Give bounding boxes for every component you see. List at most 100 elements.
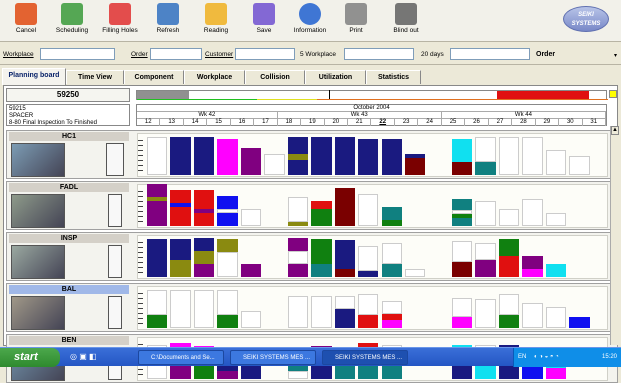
work-order-number[interactable]: 59250 <box>6 88 130 102</box>
schedule-block[interactable] <box>522 256 543 269</box>
schedule-block[interactable] <box>475 260 496 277</box>
schedule-block[interactable] <box>381 314 402 320</box>
schedule-block[interactable] <box>522 137 543 175</box>
print-button[interactable]: Print <box>334 2 378 40</box>
task-mes-1[interactable]: SEIKI SYSTEMS MES ... <box>230 350 316 365</box>
schedule-block[interactable] <box>475 201 496 226</box>
reading-button[interactable]: Reading <box>194 2 238 40</box>
schedule-block[interactable] <box>264 154 285 175</box>
schedule-block[interactable] <box>147 315 168 328</box>
schedule-block[interactable] <box>451 364 473 379</box>
schedule-block[interactable] <box>193 238 215 251</box>
schedule-block[interactable] <box>522 199 543 226</box>
schedule-block[interactable] <box>311 201 332 209</box>
schedule-block[interactable] <box>311 239 332 264</box>
schedule-block[interactable] <box>217 371 238 379</box>
order-filter-label[interactable]: Order <box>131 51 148 58</box>
schedule-block[interactable] <box>287 264 309 277</box>
schedule-block[interactable] <box>334 296 356 309</box>
schedule-block[interactable] <box>170 203 191 207</box>
schedule-block[interactable] <box>404 269 426 277</box>
tab-time-view[interactable]: Time View <box>66 70 124 84</box>
scheduling-button[interactable]: Scheduling <box>50 2 94 40</box>
schedule-block[interactable] <box>381 320 402 328</box>
schedule-block[interactable] <box>170 239 191 260</box>
schedule-block[interactable] <box>287 137 309 154</box>
schedule-block[interactable] <box>311 137 332 175</box>
schedule-block[interactable] <box>358 139 379 175</box>
schedule-block[interactable] <box>287 197 309 222</box>
schedule-block[interactable] <box>193 251 215 264</box>
schedule-block[interactable] <box>475 137 496 162</box>
workcenter-name[interactable]: HC1 <box>9 132 129 141</box>
schedule-block[interactable] <box>240 264 262 277</box>
schedule-block[interactable] <box>381 243 402 264</box>
schedule-block[interactable] <box>569 317 590 328</box>
schedule-block[interactable] <box>334 269 356 277</box>
schedule-block[interactable] <box>545 264 567 277</box>
schedule-block[interactable] <box>193 213 215 226</box>
schedule-block[interactable] <box>545 213 567 226</box>
schedule-block[interactable] <box>170 207 191 226</box>
schedule-block[interactable] <box>217 239 238 252</box>
gantt-grid[interactable] <box>137 235 608 279</box>
schedule-block[interactable] <box>170 137 191 175</box>
schedule-block[interactable] <box>451 298 473 317</box>
refresh-button[interactable]: Refresh <box>146 2 190 40</box>
gantt-grid[interactable] <box>137 184 608 228</box>
schedule-block[interactable] <box>381 139 402 175</box>
schedule-block[interactable] <box>217 213 238 226</box>
schedule-block[interactable] <box>358 294 379 315</box>
customer-filter-label[interactable]: Customer <box>205 51 233 58</box>
schedule-block[interactable] <box>498 294 520 315</box>
tab-utilization[interactable]: Utilization <box>305 70 366 84</box>
tab-collision[interactable]: Collision <box>245 70 305 84</box>
schedule-block[interactable] <box>358 246 379 271</box>
cancel-button[interactable]: Cancel <box>4 2 48 40</box>
schedule-block[interactable] <box>451 317 473 328</box>
schedule-block[interactable] <box>404 154 426 158</box>
schedule-block[interactable] <box>287 371 309 379</box>
schedule-block[interactable] <box>217 209 238 213</box>
save-button[interactable]: Save <box>242 2 286 40</box>
schedule-block[interactable] <box>451 139 473 162</box>
workcenter-name[interactable]: FADL <box>9 183 129 192</box>
schedule-block[interactable] <box>217 196 238 209</box>
schedule-block[interactable] <box>475 243 496 260</box>
chevron-down-icon[interactable]: ▾ <box>614 52 617 59</box>
vertical-scrollbar[interactable]: ▲ <box>610 126 619 345</box>
schedule-block[interactable] <box>147 290 168 315</box>
schedule-block[interactable] <box>334 309 356 328</box>
schedule-block[interactable] <box>498 315 520 328</box>
schedule-block[interactable] <box>381 264 402 277</box>
quick-launch-icons[interactable]: ◎ ▣ ◧ <box>70 352 97 361</box>
schedule-block[interactable] <box>170 290 191 328</box>
schedule-block[interactable] <box>217 252 238 277</box>
schedule-block[interactable] <box>334 240 356 269</box>
schedule-block[interactable] <box>240 209 262 226</box>
schedule-block[interactable] <box>193 264 215 277</box>
schedule-block[interactable] <box>217 139 238 175</box>
schedule-block[interactable] <box>311 209 332 226</box>
schedule-block[interactable] <box>311 264 332 277</box>
schedule-block[interactable] <box>287 296 309 328</box>
schedule-block[interactable] <box>451 262 473 277</box>
schedule-block[interactable] <box>334 137 356 175</box>
schedule-block[interactable] <box>475 162 496 175</box>
schedule-block[interactable] <box>240 311 262 328</box>
schedule-block[interactable] <box>569 156 590 175</box>
schedule-block[interactable] <box>147 201 168 226</box>
schedule-block[interactable] <box>451 241 473 262</box>
scroll-up-arrow-icon[interactable]: ▲ <box>611 126 619 135</box>
schedule-block[interactable] <box>287 238 309 251</box>
days-slider[interactable] <box>450 48 530 60</box>
gantt-grid[interactable] <box>137 286 608 330</box>
schedule-block[interactable] <box>451 199 473 210</box>
schedule-block[interactable] <box>451 162 473 175</box>
schedule-block[interactable] <box>287 160 309 175</box>
schedule-block[interactable] <box>498 137 520 175</box>
schedule-block[interactable] <box>522 303 543 328</box>
schedule-block[interactable] <box>404 158 426 175</box>
workplace-count-slider[interactable] <box>344 48 414 60</box>
schedule-block[interactable] <box>358 271 379 277</box>
